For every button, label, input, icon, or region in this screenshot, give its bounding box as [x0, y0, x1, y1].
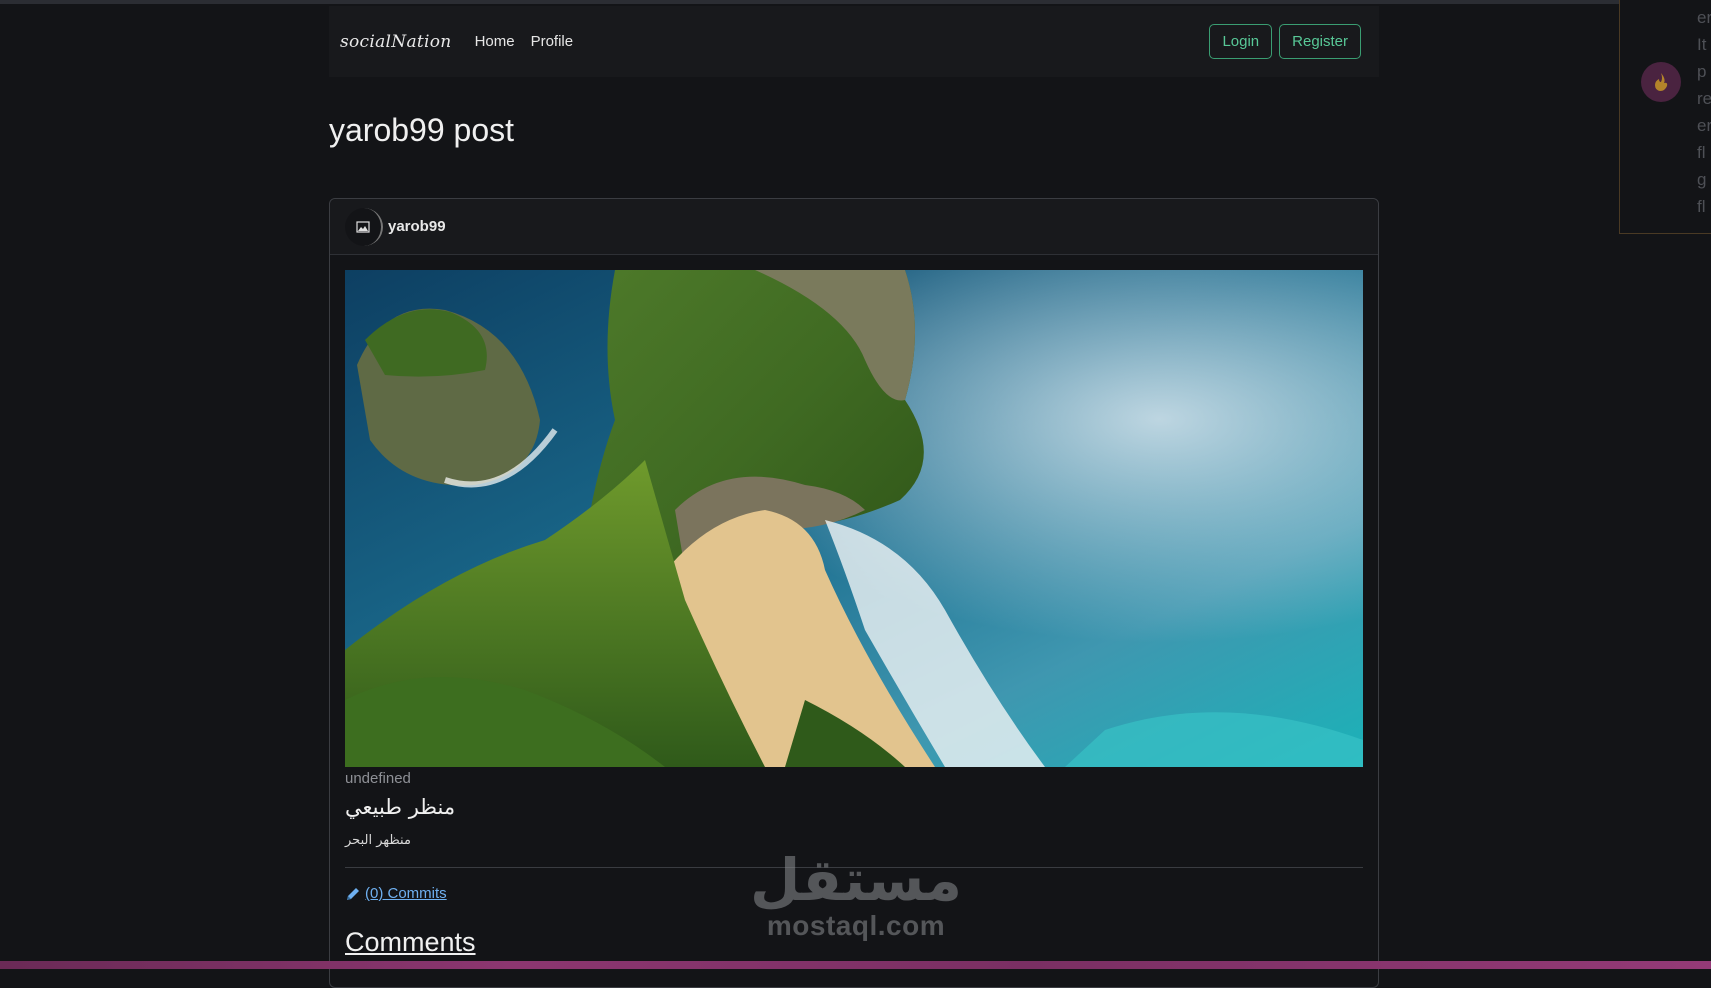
post-card: yarob99 undefined منظر طبيعي منظهر البحر… — [329, 198, 1379, 988]
register-button[interactable]: Register — [1279, 24, 1361, 59]
commits-label: (0) Commits — [365, 885, 447, 902]
pencil-icon — [347, 887, 359, 900]
login-button[interactable]: Login — [1209, 24, 1273, 59]
side-popup-text: er It p re er fl g fl — [1697, 4, 1711, 220]
author-username[interactable]: yarob99 — [388, 218, 446, 235]
side-popup: er It p re er fl g fl — [1619, 0, 1711, 234]
post-body: منظهر البحر — [345, 833, 411, 848]
top-border — [0, 0, 1711, 4]
post-category: undefined — [345, 770, 411, 787]
flame-icon[interactable] — [1641, 62, 1681, 102]
side-text-line: g — [1697, 170, 1707, 189]
commits-link[interactable]: (0) Commits — [345, 885, 447, 902]
page-title: yarob99 post — [329, 112, 515, 148]
flame-glyph — [1655, 73, 1668, 91]
side-text-line: er — [1697, 116, 1711, 135]
brand-logo[interactable]: socialNation — [340, 32, 452, 52]
side-text-line: p — [1697, 62, 1707, 81]
post-title: منظر طبيعي — [345, 795, 456, 819]
post-image — [345, 270, 1363, 767]
side-text-line: fl — [1697, 143, 1706, 162]
nav-link-home[interactable]: Home — [475, 33, 515, 50]
navbar: socialNation Home Profile Login Register — [329, 6, 1379, 77]
side-text-line: er — [1697, 8, 1711, 27]
divider — [345, 867, 1363, 868]
nav-link-profile[interactable]: Profile — [531, 33, 574, 50]
avatar[interactable] — [345, 207, 383, 246]
side-text-line: fl — [1697, 197, 1706, 216]
bottom-border — [0, 961, 1711, 969]
side-text-line: It — [1697, 35, 1707, 54]
post-header: yarob99 — [330, 199, 1378, 255]
side-text-line: re — [1697, 89, 1711, 108]
broken-image-icon — [356, 220, 370, 233]
comments-heading: Comments — [345, 927, 476, 957]
